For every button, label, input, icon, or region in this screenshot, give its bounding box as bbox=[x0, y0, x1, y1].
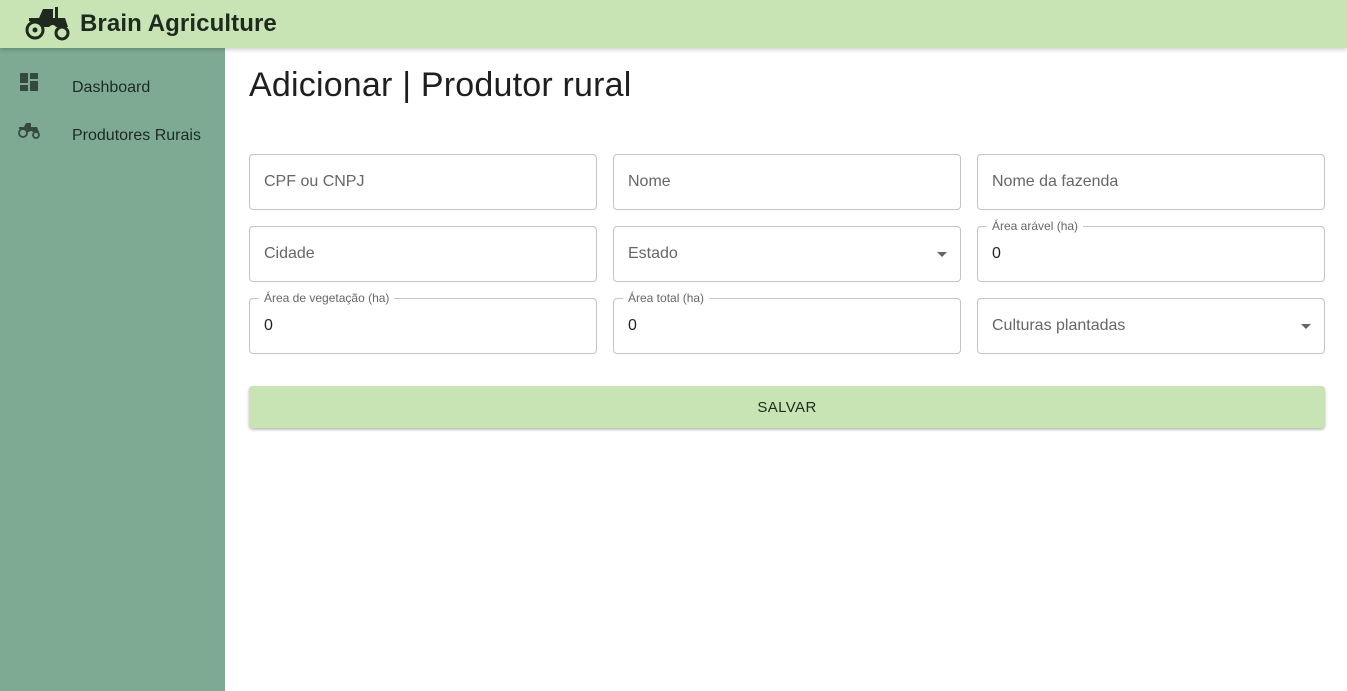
culturas-select[interactable]: Culturas plantadas bbox=[977, 298, 1325, 354]
tractor-icon bbox=[18, 123, 40, 139]
area-vegetacao-label: Área de vegetação (ha) bbox=[259, 291, 395, 305]
sidebar-item-label: Dashboard bbox=[72, 79, 151, 96]
main-content: Adicionar | Produtor rural CPF ou CNPJ N… bbox=[225, 48, 1347, 691]
nome-field[interactable]: Nome bbox=[613, 154, 961, 210]
nome-fazenda-placeholder: Nome da fazenda bbox=[992, 173, 1119, 190]
area-aravel-field[interactable]: Área arável (ha) 0 bbox=[977, 219, 1325, 282]
culturas-placeholder: Culturas plantadas bbox=[992, 317, 1126, 334]
dashboard-icon bbox=[20, 73, 38, 91]
chevron-down-icon bbox=[937, 252, 947, 257]
sidebar: Dashboard Produtores Rurais bbox=[0, 48, 225, 691]
sidebar-item-label: Produtores Rurais bbox=[72, 127, 201, 144]
sidebar-item-produtores-rurais[interactable]: Produtores Rurais bbox=[0, 104, 225, 152]
nome-placeholder: Nome bbox=[628, 173, 671, 190]
area-vegetacao-value: 0 bbox=[264, 317, 273, 334]
estado-placeholder: Estado bbox=[628, 245, 678, 262]
area-vegetacao-field[interactable]: Área de vegetação (ha) 0 bbox=[249, 291, 597, 354]
area-total-field[interactable]: Área total (ha) 0 bbox=[613, 291, 961, 354]
cidade-field[interactable]: Cidade bbox=[249, 226, 597, 282]
sidebar-item-dashboard[interactable]: Dashboard bbox=[0, 56, 225, 104]
area-total-label: Área total (ha) bbox=[623, 291, 710, 305]
page-title: Adicionar | Produtor rural bbox=[249, 66, 632, 104]
area-aravel-label: Área arável (ha) bbox=[987, 219, 1084, 233]
tractor-icon bbox=[25, 7, 70, 41]
area-aravel-value: 0 bbox=[992, 245, 1001, 262]
nome-fazenda-field[interactable]: Nome da fazenda bbox=[977, 154, 1325, 210]
chevron-down-icon bbox=[1301, 324, 1311, 329]
estado-select[interactable]: Estado bbox=[613, 226, 961, 282]
cpf-cnpj-field[interactable]: CPF ou CNPJ bbox=[249, 154, 597, 210]
area-total-value: 0 bbox=[628, 317, 637, 334]
app-bar: Brain Agriculture bbox=[0, 0, 1347, 48]
cpf-cnpj-placeholder: CPF ou CNPJ bbox=[264, 173, 365, 190]
save-button[interactable]: SALVAR bbox=[249, 386, 1325, 428]
app-title: Brain Agriculture bbox=[80, 10, 277, 37]
cidade-placeholder: Cidade bbox=[264, 245, 315, 262]
